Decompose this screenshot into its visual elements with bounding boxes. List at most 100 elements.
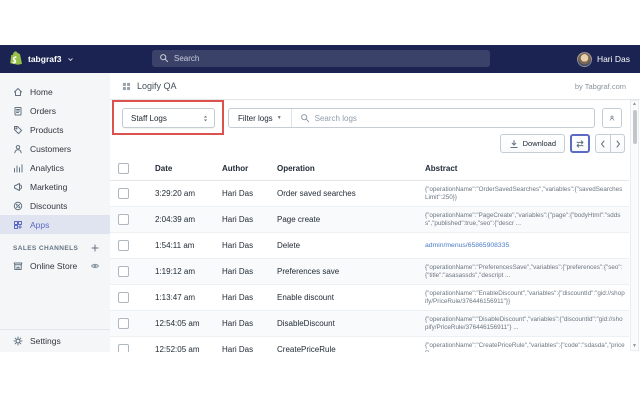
log-type-select[interactable]: Staff Logs [122, 108, 215, 128]
column-header-date: Date [155, 163, 173, 173]
sidebar-item-label: Products [30, 124, 64, 135]
scroll-up-icon[interactable]: ▲ [632, 102, 637, 107]
store-name: tabgraf3 [28, 54, 62, 64]
sidebar-item-label: Home [30, 86, 53, 97]
next-page-button[interactable] [610, 134, 625, 153]
shopify-logo-icon [10, 50, 23, 68]
log-operation: DisableDiscount [277, 319, 335, 328]
author-filter-button[interactable] [602, 108, 622, 128]
log-operation: Order saved searches [277, 189, 356, 198]
table-header-row: Date Author Operation Abstract [110, 156, 629, 181]
log-operation: Delete [277, 241, 301, 250]
log-author: Hari Das [222, 293, 254, 302]
apps-icon [13, 220, 23, 230]
sidebar-item-orders[interactable]: Orders [0, 101, 110, 120]
log-operation: Preferences save [277, 267, 340, 276]
log-operation: Page create [277, 215, 321, 224]
log-abstract: {"operationName":"EnableDiscount","varia… [425, 289, 625, 305]
table-row: 1:54:11 am Hari Das Delete admin/menus/6586… [110, 233, 629, 259]
select-updown-icon [202, 114, 209, 123]
row-checkbox[interactable] [118, 240, 129, 251]
table-row: 1:13:47 am Hari Das Enable discount {"opera… [110, 285, 629, 311]
log-author: Hari Das [222, 189, 254, 198]
filter-logs-label: Filter logs [238, 113, 273, 123]
store-menu[interactable]: tabgraf3 [0, 50, 84, 68]
download-label: Download [522, 139, 556, 148]
sidebar-item-label: Apps [30, 219, 50, 230]
sidebar-item-settings[interactable]: Settings [0, 329, 110, 352]
select-all-checkbox[interactable] [118, 162, 129, 174]
app-byline: by Tabgraf.com [574, 81, 626, 91]
discounts-icon [13, 201, 23, 211]
filter-logs-button[interactable]: Filter logs ▼ [229, 109, 292, 127]
sidebar-item-online-store[interactable]: Online Store [0, 256, 110, 275]
log-abstract: {"operationName":"DisableDiscount","vari… [425, 315, 623, 331]
search-icon [300, 113, 310, 123]
sidebar-item-products[interactable]: Products [0, 120, 110, 139]
row-checkbox[interactable] [118, 292, 129, 303]
app-window: tabgraf3 Search Hari Das Home Orders Produ… [0, 45, 640, 352]
download-icon [509, 139, 519, 149]
sidebar-item-customers[interactable]: Customers [0, 139, 110, 158]
search-logs-placeholder: Search logs [314, 113, 357, 123]
row-checkbox[interactable] [118, 318, 129, 329]
log-date: 1:13:47 am [155, 293, 196, 302]
row-checkbox[interactable] [118, 188, 129, 199]
chevron-right-icon [613, 139, 623, 149]
vertical-scrollbar[interactable]: ▲ ▼ [630, 100, 639, 351]
sidebar-item-label: Marketing [30, 181, 68, 192]
chevron-left-icon [598, 139, 608, 149]
log-date: 12:52:05 am [155, 345, 200, 352]
swap-view-button[interactable] [570, 134, 590, 153]
sidebar-item-home[interactable]: Home [0, 82, 110, 101]
search-logs-input[interactable]: Search logs [292, 109, 594, 127]
log-author: Hari Das [222, 215, 254, 224]
table-row: 12:54:05 am Hari Das DisableDiscount {"oper… [110, 311, 629, 337]
app-grid-icon [122, 82, 131, 91]
swap-arrows-icon [575, 139, 585, 149]
scrollbar-thumb[interactable] [632, 110, 637, 144]
global-search-input[interactable]: Search [152, 50, 490, 67]
log-operation: Enable discount [277, 293, 334, 302]
column-header-author: Author [222, 163, 249, 173]
sidebar-item-analytics[interactable]: Analytics [0, 158, 110, 177]
log-type-value: Staff Logs [131, 113, 167, 123]
view-store-icon[interactable] [90, 261, 100, 271]
sidebar-item-label: Analytics [30, 162, 65, 173]
column-header-operation: Operation [277, 163, 315, 173]
settings-label: Settings [30, 336, 61, 346]
pagination [595, 134, 625, 153]
table-row: 3:29:20 am Hari Das Order saved searches {"… [110, 181, 629, 207]
marketing-icon [13, 182, 23, 192]
sidebar-item-marketing[interactable]: Marketing [0, 177, 110, 196]
log-author: Hari Das [222, 319, 254, 328]
log-operation: CreatePriceRule [277, 345, 336, 352]
actions-row: Download [110, 134, 625, 153]
download-button[interactable]: Download [499, 134, 565, 153]
orders-icon [13, 106, 23, 116]
add-sales-channel-button[interactable] [90, 243, 100, 253]
sidebar-item-discounts[interactable]: Discounts [0, 196, 110, 215]
scroll-down-icon[interactable]: ▼ [632, 344, 637, 349]
sidebar-item-label: Discounts [30, 200, 68, 211]
previous-page-button[interactable] [595, 134, 610, 153]
log-author: Hari Das [222, 345, 254, 352]
sidebar-item-apps[interactable]: Apps [0, 215, 110, 234]
sidebar-item-label: Orders [30, 105, 56, 116]
row-checkbox[interactable] [118, 266, 129, 277]
filter-search-control: Filter logs ▼ Search logs [228, 108, 595, 128]
caret-down-icon: ▼ [276, 115, 282, 121]
sidebar-item-label: Customers [30, 143, 72, 154]
log-abstract-link[interactable]: admin/menus/65865908335 [425, 242, 629, 250]
sidebar: Home Orders Products Customers Analytics Mark… [0, 73, 110, 352]
storefront-icon [13, 261, 23, 271]
table-row: 1:19:12 am Hari Das Preferences save {"oper… [110, 259, 629, 285]
user-menu[interactable]: Hari Das [576, 45, 630, 73]
log-abstract: {"operationName":"OrderSavedSearches","v… [425, 185, 623, 201]
global-search-placeholder: Search [174, 54, 200, 63]
log-date: 12:54:05 am [155, 319, 200, 328]
row-checkbox[interactable] [118, 214, 129, 225]
home-icon [13, 87, 23, 97]
log-date: 1:19:12 am [155, 267, 196, 276]
row-checkbox[interactable] [118, 344, 129, 352]
